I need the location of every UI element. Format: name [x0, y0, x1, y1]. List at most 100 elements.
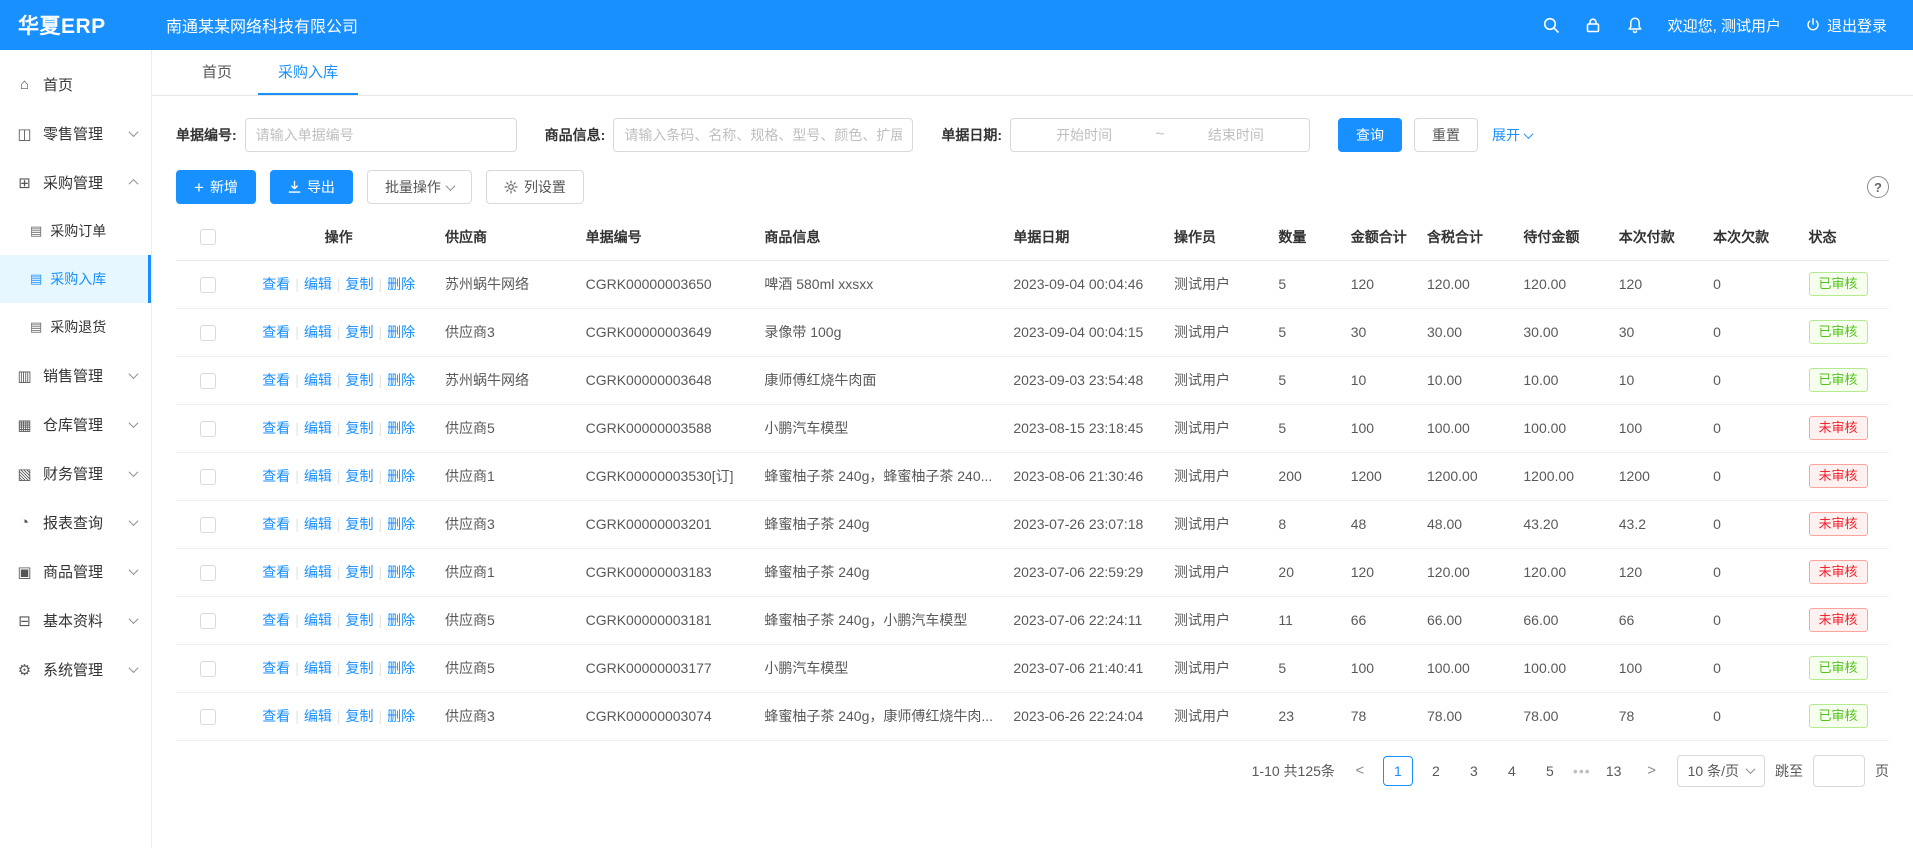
- delete-link[interactable]: 删除: [387, 708, 415, 724]
- copy-link[interactable]: 复制: [345, 468, 373, 484]
- jump-page-input[interactable]: [1813, 755, 1865, 787]
- delete-link[interactable]: 删除: [387, 276, 415, 292]
- sidebar-item-finance[interactable]: ▧财务管理: [0, 449, 151, 498]
- view-link[interactable]: 查看: [262, 708, 290, 724]
- page-button-13[interactable]: 13: [1599, 756, 1629, 786]
- reset-button[interactable]: 重置: [1414, 118, 1478, 152]
- delete-link[interactable]: 删除: [387, 660, 415, 676]
- cell-amount: 1200: [1343, 452, 1419, 500]
- edit-link[interactable]: 编辑: [304, 564, 332, 580]
- sidebar-item-reports[interactable]: ◔报表查询: [0, 498, 151, 547]
- row-checkbox[interactable]: [200, 517, 216, 533]
- date-range-picker[interactable]: ~: [1010, 118, 1310, 152]
- sidebar-item-system[interactable]: ⚙系统管理: [0, 645, 151, 694]
- search-icon[interactable]: [1542, 16, 1560, 34]
- tab-purchase-inbound[interactable]: 采购入库: [258, 50, 358, 95]
- sidebar-item-retail[interactable]: ◫零售管理: [0, 109, 151, 158]
- expand-link[interactable]: 展开: [1492, 125, 1532, 145]
- sidebar-item-purchase[interactable]: ⊞采购管理: [0, 158, 151, 207]
- sidebar-item-goods[interactable]: ▣商品管理: [0, 547, 151, 596]
- sidebar-menu: ⌂首页◫零售管理⊞采购管理▤采购订单▤采购入库▤采购退货▥销售管理▦仓库管理▧财…: [0, 60, 151, 694]
- bell-icon[interactable]: [1626, 16, 1644, 34]
- cell-debt: 0: [1705, 500, 1800, 548]
- delete-link[interactable]: 删除: [387, 372, 415, 388]
- view-link[interactable]: 查看: [262, 660, 290, 676]
- sidebar-item-warehouse[interactable]: ▦仓库管理: [0, 400, 151, 449]
- edit-link[interactable]: 编辑: [304, 276, 332, 292]
- date-end-input[interactable]: [1169, 120, 1303, 150]
- row-checkbox[interactable]: [200, 469, 216, 485]
- select-all-checkbox[interactable]: [200, 229, 216, 245]
- sidebar-subitem-purchase-inbound[interactable]: ▤采购入库: [0, 255, 151, 303]
- view-link[interactable]: 查看: [262, 276, 290, 292]
- page-size-select[interactable]: 10 条/页: [1677, 755, 1765, 787]
- view-link[interactable]: 查看: [262, 324, 290, 340]
- edit-link[interactable]: 编辑: [304, 660, 332, 676]
- delete-link[interactable]: 删除: [387, 516, 415, 532]
- page-button-1[interactable]: 1: [1383, 756, 1413, 786]
- copy-link[interactable]: 复制: [345, 324, 373, 340]
- cell-bill_no: CGRK00000003177: [578, 644, 757, 692]
- search-button[interactable]: 查询: [1338, 118, 1402, 152]
- row-checkbox[interactable]: [200, 709, 216, 725]
- row-checkbox[interactable]: [200, 373, 216, 389]
- view-link[interactable]: 查看: [262, 516, 290, 532]
- page-button-5[interactable]: 5: [1535, 756, 1565, 786]
- delete-link[interactable]: 删除: [387, 564, 415, 580]
- view-link[interactable]: 查看: [262, 468, 290, 484]
- help-icon[interactable]: ?: [1867, 176, 1889, 198]
- edit-link[interactable]: 编辑: [304, 468, 332, 484]
- row-checkbox[interactable]: [200, 325, 216, 341]
- edit-link[interactable]: 编辑: [304, 372, 332, 388]
- row-checkbox[interactable]: [200, 421, 216, 437]
- copy-link[interactable]: 复制: [345, 420, 373, 436]
- copy-link[interactable]: 复制: [345, 708, 373, 724]
- column-settings-button[interactable]: 列设置: [486, 170, 584, 204]
- row-checkbox[interactable]: [200, 613, 216, 629]
- sidebar-subitem-label: 采购订单: [50, 221, 106, 241]
- sidebar-item-sales[interactable]: ▥销售管理: [0, 351, 151, 400]
- delete-link[interactable]: 删除: [387, 468, 415, 484]
- row-checkbox[interactable]: [200, 661, 216, 677]
- tab-home[interactable]: 首页: [182, 50, 252, 95]
- cell-paid: 120: [1611, 548, 1705, 596]
- delete-link[interactable]: 删除: [387, 324, 415, 340]
- view-link[interactable]: 查看: [262, 420, 290, 436]
- copy-link[interactable]: 复制: [345, 564, 373, 580]
- sidebar-item-basic[interactable]: ⊟基本资料: [0, 596, 151, 645]
- view-link[interactable]: 查看: [262, 612, 290, 628]
- add-button[interactable]: + 新增: [176, 170, 256, 204]
- batch-actions-button[interactable]: 批量操作: [367, 170, 472, 204]
- sidebar-subitem-purchase-return[interactable]: ▤采购退货: [0, 303, 151, 351]
- product-info-input[interactable]: [613, 118, 913, 152]
- next-page-button[interactable]: >: [1637, 756, 1667, 786]
- copy-link[interactable]: 复制: [345, 612, 373, 628]
- edit-link[interactable]: 编辑: [304, 708, 332, 724]
- delete-link[interactable]: 删除: [387, 420, 415, 436]
- view-link[interactable]: 查看: [262, 564, 290, 580]
- row-checkbox[interactable]: [200, 277, 216, 293]
- sidebar-subitem-purchase-order[interactable]: ▤采购订单: [0, 207, 151, 255]
- cell-date: 2023-09-03 23:54:48: [1005, 356, 1166, 404]
- page-button-4[interactable]: 4: [1497, 756, 1527, 786]
- edit-link[interactable]: 编辑: [304, 420, 332, 436]
- prev-page-button[interactable]: <: [1345, 756, 1375, 786]
- copy-link[interactable]: 复制: [345, 372, 373, 388]
- view-link[interactable]: 查看: [262, 372, 290, 388]
- page-button-2[interactable]: 2: [1421, 756, 1451, 786]
- copy-link[interactable]: 复制: [345, 516, 373, 532]
- logout-button[interactable]: 退出登录: [1805, 15, 1887, 36]
- sidebar-item-home[interactable]: ⌂首页: [0, 60, 151, 109]
- row-checkbox[interactable]: [200, 565, 216, 581]
- edit-link[interactable]: 编辑: [304, 324, 332, 340]
- delete-link[interactable]: 删除: [387, 612, 415, 628]
- page-button-3[interactable]: 3: [1459, 756, 1489, 786]
- bill-no-input[interactable]: [245, 118, 517, 152]
- lock-icon[interactable]: [1584, 16, 1602, 34]
- export-button[interactable]: 导出: [270, 170, 353, 204]
- edit-link[interactable]: 编辑: [304, 516, 332, 532]
- copy-link[interactable]: 复制: [345, 660, 373, 676]
- copy-link[interactable]: 复制: [345, 276, 373, 292]
- edit-link[interactable]: 编辑: [304, 612, 332, 628]
- date-start-input[interactable]: [1017, 120, 1151, 150]
